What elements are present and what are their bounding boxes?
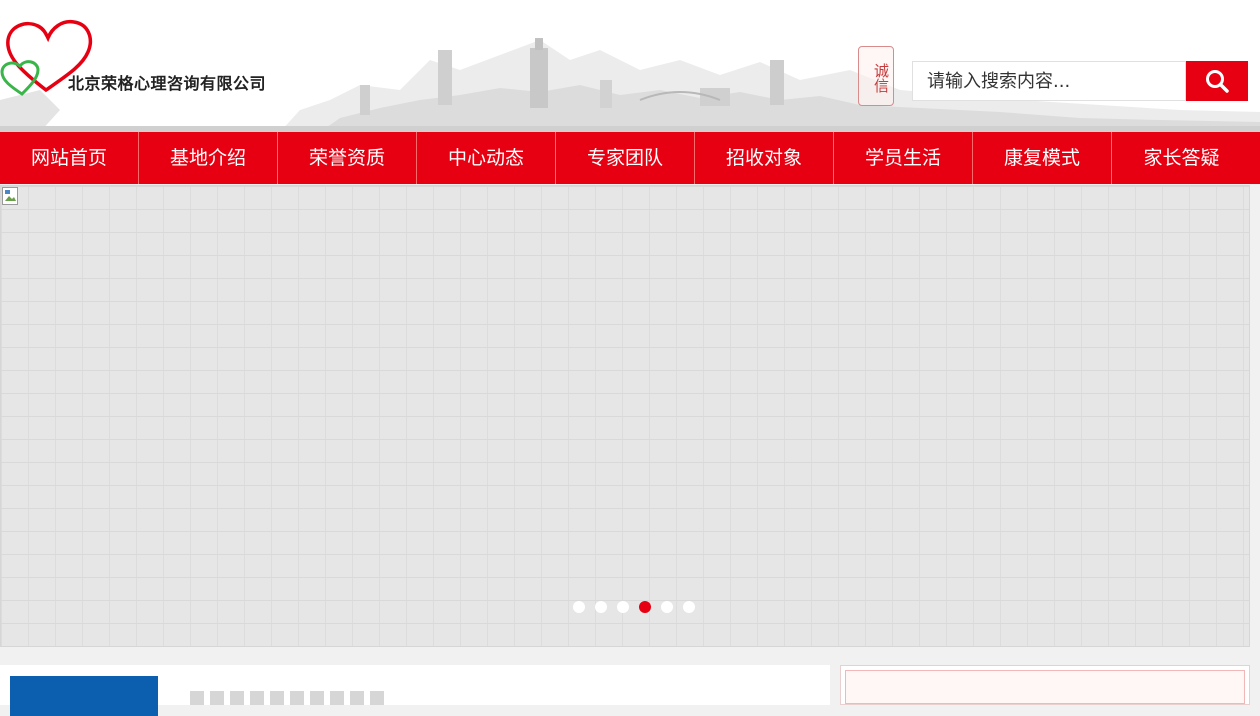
side-banner-image <box>845 670 1245 704</box>
main-nav: 网站首页 基地介绍 荣誉资质 中心动态 专家团队 招收对象 学员生活 康复模式 … <box>0 132 1260 184</box>
search-input[interactable] <box>912 61 1186 101</box>
nav-item-admissions[interactable]: 招收对象 <box>695 132 834 184</box>
carousel-dot-2[interactable] <box>595 601 607 613</box>
nav-item-experts[interactable]: 专家团队 <box>556 132 695 184</box>
company-name: 北京荣格心理咨询有限公司 <box>68 74 267 93</box>
carousel-dot-6[interactable] <box>683 601 695 613</box>
carousel-dots <box>573 601 695 613</box>
nav-item-news[interactable]: 中心动态 <box>417 132 556 184</box>
carousel-dot-3[interactable] <box>617 601 629 613</box>
banner-carousel[interactable] <box>0 185 1250 647</box>
nav-item-honors[interactable]: 荣誉资质 <box>278 132 417 184</box>
section-tab[interactable] <box>10 676 158 716</box>
nav-item-faq[interactable]: 家长答疑 <box>1112 132 1251 184</box>
nav-item-home[interactable]: 网站首页 <box>0 132 139 184</box>
nav-item-student-life[interactable]: 学员生活 <box>834 132 973 184</box>
nav-item-about[interactable]: 基地介绍 <box>139 132 278 184</box>
carousel-dot-1[interactable] <box>573 601 585 613</box>
search-button[interactable] <box>1186 61 1248 101</box>
section-heading-placeholder <box>190 691 390 705</box>
side-panel <box>840 665 1250 705</box>
carousel-dot-4[interactable] <box>639 601 651 613</box>
news-section <box>0 665 830 716</box>
nav-item-rehab-model[interactable]: 康复模式 <box>973 132 1112 184</box>
broken-image-icon <box>2 187 18 205</box>
seal-stamp: 诚信 <box>858 46 894 106</box>
site-header: 北京荣格心理咨询有限公司 诚信 <box>0 0 1260 132</box>
search-icon <box>1206 70 1229 93</box>
carousel-dot-5[interactable] <box>661 601 673 613</box>
